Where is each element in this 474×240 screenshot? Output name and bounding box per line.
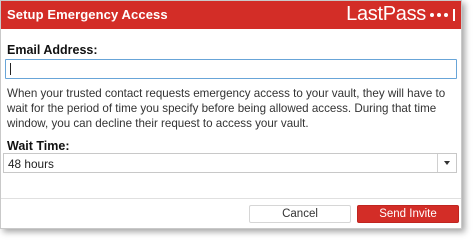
description-text: When your trusted contact requests emerg… bbox=[7, 87, 446, 130]
cancel-button[interactable]: Cancel bbox=[249, 205, 351, 223]
chevron-down-icon[interactable] bbox=[437, 154, 456, 172]
email-input[interactable] bbox=[5, 59, 457, 79]
lastpass-dots-icon bbox=[430, 8, 455, 21]
send-invite-button[interactable]: Send Invite bbox=[357, 205, 459, 223]
email-label: Email Address: bbox=[7, 43, 98, 57]
wait-time-value: 48 hours bbox=[8, 157, 54, 171]
wait-time-label: Wait Time: bbox=[7, 139, 70, 153]
footer-divider bbox=[1, 198, 461, 199]
lastpass-logo-text: LastPass bbox=[346, 3, 426, 25]
text-caret bbox=[10, 63, 11, 75]
dialog-title: Setup Emergency Access bbox=[7, 7, 168, 22]
lastpass-logo: LastPass bbox=[346, 3, 455, 26]
wait-time-select[interactable]: 48 hours bbox=[3, 153, 457, 173]
setup-emergency-access-dialog: Setup Emergency Access LastPass Email Ad… bbox=[0, 0, 462, 229]
dialog-titlebar: Setup Emergency Access LastPass bbox=[1, 1, 461, 29]
